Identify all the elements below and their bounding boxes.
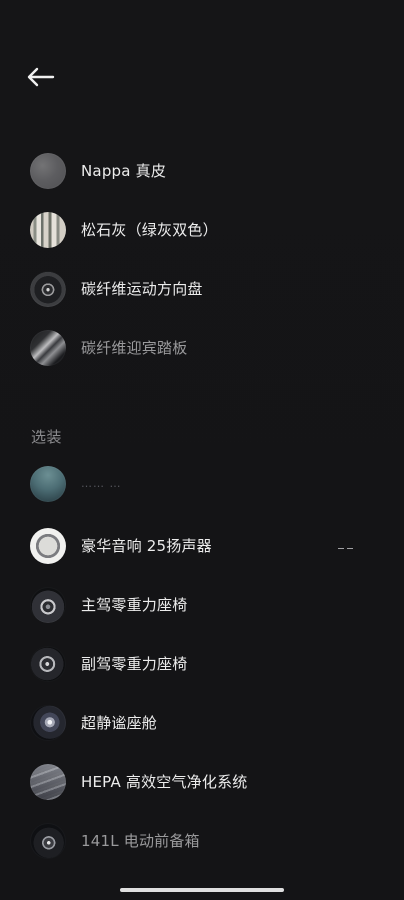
item-label: 碳纤维迎宾踏板 [81,339,188,357]
standard-item-carbon-door-sill[interactable]: 碳纤维迎宾踏板 [30,326,370,370]
item-label: 141L 电动前备箱 [81,832,200,850]
item-label: HEPA 高效空气净化系统 [81,773,248,791]
speaker-icon [30,528,66,564]
standard-item-carbon-steering-wheel[interactable]: 碳纤维运动方向盘 [30,267,370,311]
item-label: 松石灰（绿灰双色） [81,221,218,239]
optional-item-blurred[interactable]: …… … [30,462,370,506]
driver-seat-icon [30,587,66,623]
grey-swatch-icon [30,153,66,189]
item-label: 碳纤维运动方向盘 [81,280,203,298]
home-indicator[interactable] [120,888,284,892]
optional-item-premium-audio[interactable]: 豪华音响 25扬声器 [30,524,370,568]
back-button[interactable] [24,62,58,92]
optional-item-electric-frunk[interactable]: 141L 电动前备箱 [30,819,370,863]
quiet-cabin-icon [30,705,66,741]
item-label: …… … [81,477,122,490]
standard-item-nappa-leather[interactable]: Nappa 真皮 [30,149,370,193]
hepa-filter-icon [30,764,66,800]
frunk-icon [30,823,66,859]
section-title-optional: 选装 [31,428,63,446]
item-label: 超静谧座舱 [81,714,158,732]
back-arrow-icon [27,67,55,87]
dash-marks [338,548,354,552]
optional-item-passenger-zero-gravity-seat[interactable]: 副驾零重力座椅 [30,642,370,686]
item-label: 主驾零重力座椅 [81,596,188,614]
passenger-seat-icon [30,646,66,682]
item-label: 副驾零重力座椅 [81,655,188,673]
item-label: Nappa 真皮 [81,162,167,180]
item-label: 豪华音响 25扬声器 [81,537,212,555]
helmet-icon [30,466,66,502]
striped-swatch-icon [30,212,66,248]
options-screen: Nappa 真皮 松石灰（绿灰双色） 碳纤维运动方向盘 碳纤维迎宾踏板 选装 …… [0,0,404,900]
optional-item-quiet-cabin[interactable]: 超静谧座舱 [30,701,370,745]
standard-item-turquoise-grey[interactable]: 松石灰（绿灰双色） [30,208,370,252]
optional-item-hepa-filter[interactable]: HEPA 高效空气净化系统 [30,760,370,804]
door-sill-icon [30,330,66,366]
optional-item-driver-zero-gravity-seat[interactable]: 主驾零重力座椅 [30,583,370,627]
steering-wheel-icon [30,271,66,307]
